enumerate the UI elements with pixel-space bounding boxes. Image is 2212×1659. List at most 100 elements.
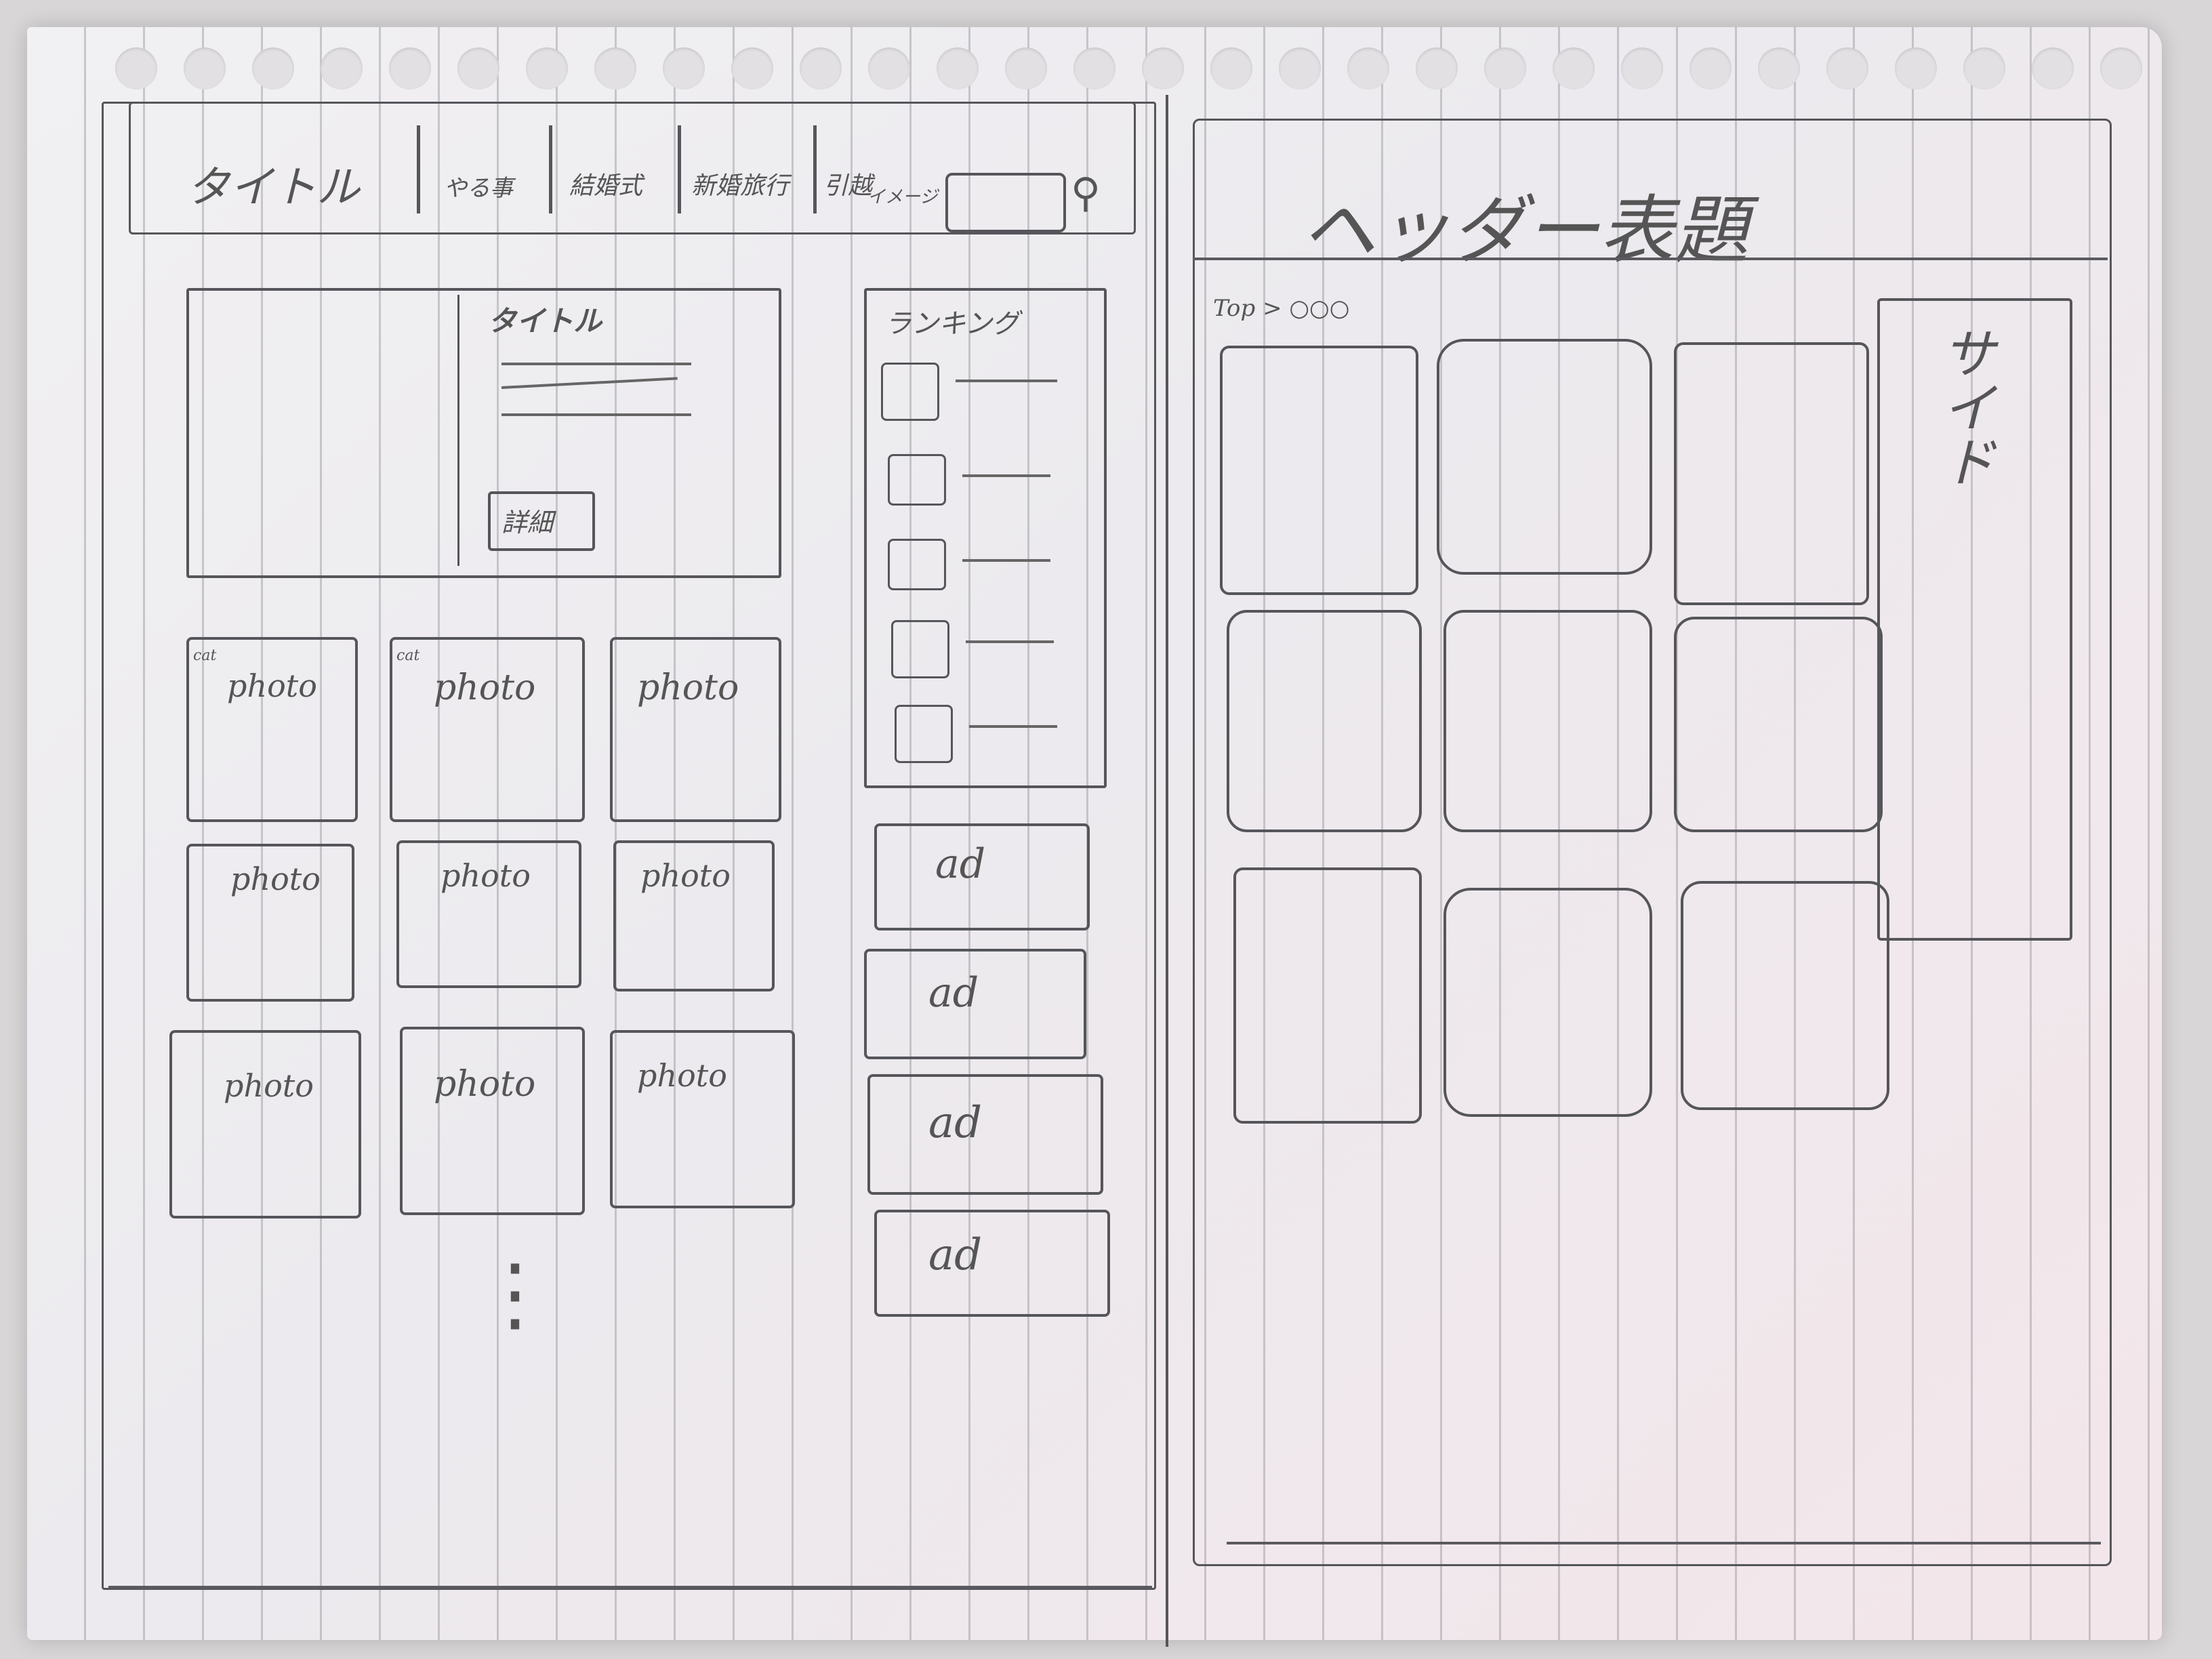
card-badge: cat <box>396 647 420 664</box>
card-photo-label: photo <box>637 1057 727 1094</box>
nav-item-4[interactable]: 引越 <box>823 166 872 201</box>
ranking-thumb[interactable] <box>895 705 953 763</box>
card-photo-label: photo <box>230 861 321 897</box>
binder-hole <box>1073 47 1115 89</box>
ad-label: ad <box>935 840 986 888</box>
binder-hole <box>1484 47 1526 89</box>
ad-box[interactable] <box>867 1074 1103 1195</box>
ranking-thumb[interactable] <box>888 454 946 506</box>
binder-hole <box>594 47 636 89</box>
nav-item-2[interactable]: 結婚式 <box>569 166 642 201</box>
tile[interactable] <box>1437 339 1652 575</box>
card-photo-label: photo <box>434 668 536 708</box>
card-photo-label: photo <box>640 857 731 894</box>
nav-item-1[interactable]: やる事 <box>444 169 513 203</box>
ranking-text <box>962 474 1050 477</box>
binder-hole <box>184 47 226 89</box>
ad-label: ad <box>928 1230 983 1280</box>
ranking-thumb[interactable] <box>888 539 946 590</box>
hero-title: タイトル <box>488 304 602 337</box>
header-bottom-line <box>1193 258 2108 260</box>
ranking-text <box>956 380 1057 382</box>
binder-hole <box>800 47 842 89</box>
binder-hole <box>731 47 773 89</box>
ranking-text <box>969 725 1057 728</box>
binder-hole <box>1005 47 1047 89</box>
hero-text-line <box>501 413 691 416</box>
binder-hole <box>321 47 363 89</box>
hero-photo-divider <box>457 295 459 566</box>
binder-hole <box>252 47 294 89</box>
binder-hole <box>1279 47 1321 89</box>
card-7[interactable] <box>169 1030 361 1218</box>
binder-hole <box>1142 47 1184 89</box>
binder-hole <box>457 47 499 89</box>
right-footer-line <box>1227 1542 2101 1544</box>
card-photo-label: photo <box>637 668 739 708</box>
page-split <box>1166 95 1168 1647</box>
ranking-title: ランキング <box>884 308 1019 340</box>
left-footer-line <box>108 1586 1152 1589</box>
site-title[interactable]: タイトル <box>186 152 360 215</box>
tile[interactable] <box>1674 617 1883 832</box>
ranking-text <box>966 640 1054 643</box>
binder-hole <box>1758 47 1800 89</box>
nav-divider <box>549 125 552 213</box>
hero-banner[interactable] <box>186 288 781 578</box>
tile[interactable] <box>1681 881 1889 1110</box>
binder-hole <box>937 47 979 89</box>
binder-hole <box>1689 47 1732 89</box>
binder-hole <box>1347 47 1389 89</box>
ad-label: ad <box>928 1098 983 1148</box>
card-3[interactable] <box>610 637 781 822</box>
search-input[interactable] <box>945 173 1066 232</box>
ad-box[interactable] <box>874 1210 1110 1317</box>
nav-item-3[interactable]: 新婚旅行 <box>691 166 789 201</box>
binder-hole <box>1963 47 2005 89</box>
tile[interactable] <box>1233 867 1422 1124</box>
binder-hole <box>2100 47 2142 89</box>
binder-hole <box>1826 47 1868 89</box>
card-badge: cat <box>193 647 217 664</box>
binder-hole <box>1416 47 1458 89</box>
tile[interactable] <box>1443 888 1652 1117</box>
binder-hole <box>1553 47 1595 89</box>
breadcrumb[interactable]: Top > ○○○ <box>1213 295 1349 322</box>
card-photo-label: photo <box>227 668 317 704</box>
nav-divider <box>417 125 420 213</box>
ad-label: ad <box>928 969 979 1017</box>
binder-hole <box>389 47 431 89</box>
card-photo-label: photo <box>441 857 531 894</box>
ranking-thumb[interactable] <box>891 620 949 678</box>
ranking-thumb[interactable] <box>881 363 939 421</box>
nav-item-5[interactable]: イメージ <box>867 183 937 208</box>
card-1[interactable] <box>186 637 358 822</box>
card-photo-label: photo <box>434 1064 536 1105</box>
hero-text-line <box>501 363 691 365</box>
binder-holes <box>27 27 2162 89</box>
binder-hole <box>115 47 157 89</box>
binder-hole <box>868 47 910 89</box>
tile[interactable] <box>1674 342 1869 605</box>
card-2[interactable] <box>390 637 585 822</box>
nav-divider <box>813 125 817 213</box>
more-ellipsis: ⋮ <box>474 1247 556 1341</box>
tile[interactable] <box>1220 346 1418 595</box>
sketch-paper: タイトル やる事 結婚式 新婚旅行 引越 イメージ ⚲ タイトル 詳細 ランキン… <box>27 27 2162 1647</box>
tile[interactable] <box>1227 610 1422 832</box>
sidebar-label: サイド <box>1933 325 1996 488</box>
card-photo-label: photo <box>224 1067 314 1104</box>
card-8[interactable] <box>400 1027 585 1215</box>
binder-hole <box>526 47 568 89</box>
nav-divider <box>678 125 681 213</box>
search-icon[interactable]: ⚲ <box>1071 169 1101 217</box>
binder-hole <box>1621 47 1663 89</box>
ranking-text <box>962 559 1050 562</box>
binder-hole <box>1210 47 1252 89</box>
header-title: ヘッダー表題 <box>1301 187 1748 274</box>
binder-hole <box>2032 47 2074 89</box>
tile[interactable] <box>1443 610 1652 832</box>
binder-hole <box>663 47 705 89</box>
binder-hole <box>1895 47 1937 89</box>
hero-detail-button-label: 詳細 <box>501 508 554 537</box>
